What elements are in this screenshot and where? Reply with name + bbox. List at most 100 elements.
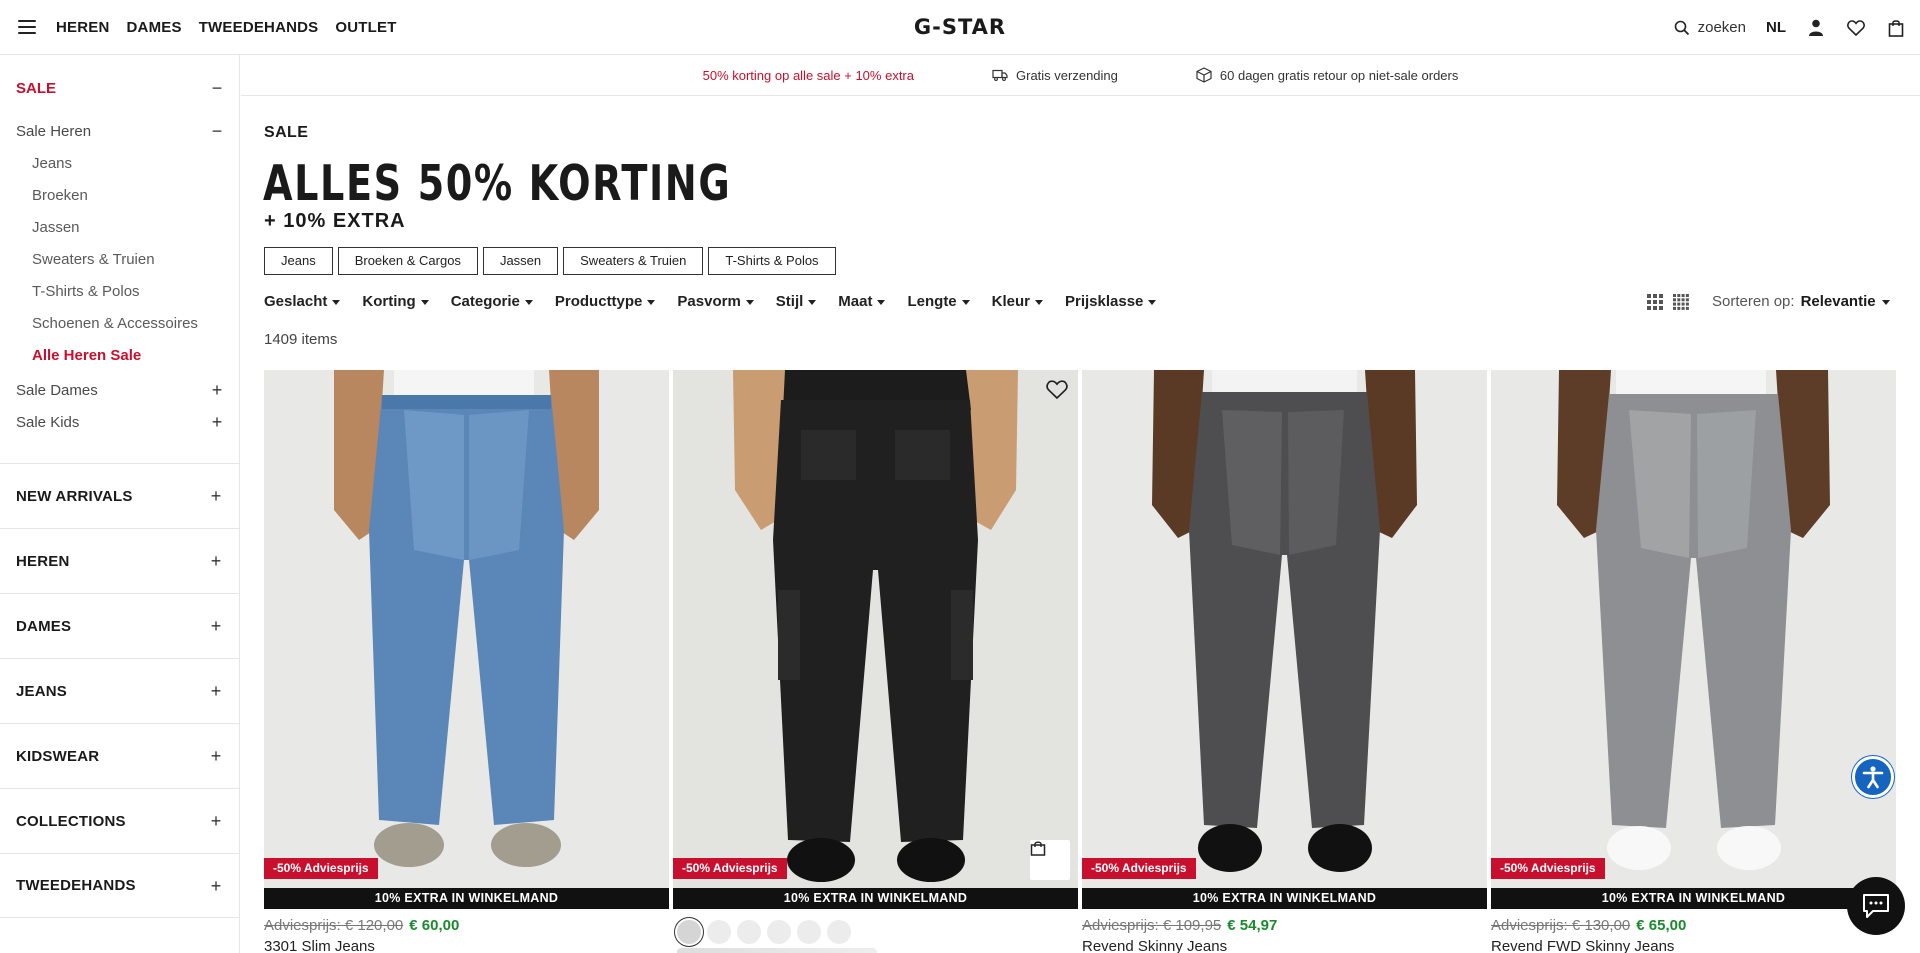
- color-swatch[interactable]: [827, 920, 851, 944]
- sidebar-item-jeans[interactable]: Jeans: [32, 155, 72, 172]
- add-to-cart-button[interactable]: [1030, 840, 1070, 880]
- sidebar-item-jassen[interactable]: Jassen: [32, 219, 80, 236]
- wishlist-icon[interactable]: [1846, 18, 1866, 38]
- sidebar-section-jeans[interactable]: JEANS +: [0, 658, 239, 723]
- chevron-down-icon: [332, 300, 341, 305]
- expand-icon[interactable]: +: [209, 487, 223, 505]
- new-price: € 60,00: [409, 917, 460, 934]
- accessibility-button[interactable]: [1852, 756, 1894, 798]
- sidebar-sale-kids[interactable]: Sale Kids +: [16, 413, 224, 431]
- extra-discount-banner: 10% EXTRA IN WINKELMAND: [264, 888, 669, 909]
- product-name[interactable]: 3301 Slim Jeans: [264, 938, 375, 953]
- product-image[interactable]: -50% Adviesprijs: [264, 370, 669, 888]
- filter-producttype[interactable]: Producttype: [555, 293, 656, 310]
- sidebar-sale-heren[interactable]: Sale Heren −: [16, 122, 224, 140]
- filter-categorie[interactable]: Categorie: [451, 293, 533, 310]
- grid-view-icon[interactable]: [1647, 294, 1663, 310]
- usp-shipping-label: Gratis verzending: [1016, 67, 1118, 83]
- chip-tshirts-polos[interactable]: T-Shirts & Polos: [708, 247, 836, 275]
- color-swatch[interactable]: [767, 920, 791, 944]
- expand-icon[interactable]: +: [209, 747, 223, 765]
- search-button[interactable]: zoeken: [1674, 19, 1746, 36]
- nav-dames[interactable]: DAMES: [127, 19, 182, 36]
- wishlist-heart-icon[interactable]: [1046, 380, 1068, 400]
- sidebar-sale-dames[interactable]: Sale Dames +: [16, 381, 224, 399]
- color-swatch[interactable]: [797, 920, 821, 944]
- product-price-obscured: [677, 948, 877, 953]
- usp-shipping: Gratis verzending: [992, 68, 1118, 83]
- sort-dropdown[interactable]: Sorteren op: Relevantie: [1712, 293, 1890, 310]
- filter-kleur[interactable]: Kleur: [992, 293, 1043, 310]
- old-price: Adviesprijs: € 130,00: [1491, 917, 1631, 934]
- product-image[interactable]: -50% Adviesprijs: [673, 370, 1078, 888]
- expand-icon[interactable]: +: [209, 877, 223, 895]
- nav-tweedehands[interactable]: TWEEDEHANDS: [199, 19, 319, 36]
- filter-lengte[interactable]: Lengte: [907, 293, 970, 310]
- sidebar-section-heren[interactable]: HEREN +: [0, 528, 239, 593]
- expand-icon[interactable]: +: [209, 552, 223, 570]
- color-swatch[interactable]: [677, 920, 701, 944]
- color-swatch[interactable]: [737, 920, 761, 944]
- expand-icon[interactable]: +: [210, 413, 224, 431]
- extra-discount-banner: 10% EXTRA IN WINKELMAND: [673, 888, 1078, 909]
- product-card[interactable]: -50% Adviesprijs 10% EXTRA IN WINKELMAND…: [264, 370, 669, 953]
- chevron-down-icon: [524, 300, 533, 305]
- chip-jeans[interactable]: Jeans: [264, 247, 333, 275]
- truck-icon: [992, 69, 1008, 81]
- sidebar-sale-header[interactable]: SALE −: [16, 79, 224, 97]
- product-card[interactable]: -50% Adviesprijs 10% EXTRA IN WINKELMAND…: [1082, 370, 1487, 953]
- sidebar-section-kidswear[interactable]: KIDSWEAR +: [0, 723, 239, 788]
- usp-promo[interactable]: 50% korting op alle sale + 10% extra: [703, 68, 914, 83]
- color-swatch[interactable]: [707, 920, 731, 944]
- view-toggle: [1647, 294, 1689, 310]
- grid-dense-view-icon[interactable]: [1673, 294, 1689, 310]
- filter-pasvorm[interactable]: Pasvorm: [677, 293, 754, 310]
- product-name[interactable]: Revend Skinny Jeans: [1082, 938, 1227, 953]
- filter-prijsklasse[interactable]: Prijsklasse: [1065, 293, 1157, 310]
- sidebar-section-new-arrivals[interactable]: NEW ARRIVALS +: [0, 463, 239, 528]
- chip-jassen[interactable]: Jassen: [482, 247, 559, 275]
- sidebar-item-alle-heren-sale[interactable]: Alle Heren Sale: [32, 347, 141, 364]
- product-image[interactable]: -50% Adviesprijs: [1491, 370, 1896, 888]
- expand-icon[interactable]: +: [210, 381, 224, 399]
- chevron-down-icon: [1881, 300, 1890, 305]
- category-sidebar: SALE − Sale Heren − Jeans Broeken Jassen…: [0, 55, 240, 953]
- sidebar-section-dames[interactable]: DAMES +: [0, 593, 239, 658]
- sidebar-section-collections[interactable]: COLLECTIONS +: [0, 788, 239, 853]
- product-name[interactable]: Revend FWD Skinny Jeans: [1491, 938, 1674, 953]
- top-nav: HEREN DAMES TWEEDEHANDS OUTLET: [56, 0, 397, 55]
- collapse-icon[interactable]: −: [210, 122, 224, 140]
- filter-geslacht[interactable]: Geslacht: [264, 293, 341, 310]
- chip-broeken-cargos[interactable]: Broeken & Cargos: [337, 247, 478, 275]
- filter-stijl[interactable]: Stijl: [776, 293, 817, 310]
- chat-button[interactable]: [1847, 877, 1905, 935]
- sidebar-item-sweaters[interactable]: Sweaters & Truien: [32, 251, 155, 268]
- product-card[interactable]: -50% Adviesprijs 10% EXTRA IN WINKELMAND…: [1491, 370, 1896, 953]
- language-switch[interactable]: NL: [1766, 19, 1786, 36]
- sidebar-sale-kids-label: Sale Kids: [16, 413, 80, 431]
- product-image[interactable]: -50% Adviesprijs: [1082, 370, 1487, 888]
- sidebar-item-tshirts[interactable]: T-Shirts & Polos: [32, 283, 140, 300]
- cart-icon[interactable]: [1886, 18, 1906, 38]
- product-card[interactable]: -50% Adviesprijs 10% EXTRA IN WINKELMAND: [673, 370, 1078, 953]
- filter-maat[interactable]: Maat: [838, 293, 886, 310]
- page-title: ALLES 50% KORTING: [263, 155, 732, 212]
- nav-outlet[interactable]: OUTLET: [335, 19, 396, 36]
- menu-icon[interactable]: [18, 20, 36, 34]
- logo[interactable]: G-STAR: [914, 15, 1006, 39]
- old-price: Adviesprijs: € 109,95: [1082, 917, 1222, 934]
- expand-icon[interactable]: +: [209, 617, 223, 635]
- nav-heren[interactable]: HEREN: [56, 19, 110, 36]
- chip-sweaters-truien[interactable]: Sweaters & Truien: [563, 247, 704, 275]
- expand-icon[interactable]: +: [209, 682, 223, 700]
- filter-korting[interactable]: Korting: [362, 293, 429, 310]
- sidebar-section-tweedehands[interactable]: TWEEDEHANDS +: [0, 853, 239, 918]
- expand-icon[interactable]: +: [209, 812, 223, 830]
- sidebar-item-broeken[interactable]: Broeken: [32, 187, 88, 204]
- collapse-icon[interactable]: −: [210, 79, 224, 97]
- account-icon[interactable]: [1806, 18, 1826, 38]
- chevron-down-icon: [808, 300, 817, 305]
- sidebar-item-schoenen[interactable]: Schoenen & Accessoires: [32, 315, 198, 332]
- site-header: HEREN DAMES TWEEDEHANDS OUTLET G-STAR zo…: [0, 0, 1920, 55]
- box-icon: [1196, 67, 1212, 83]
